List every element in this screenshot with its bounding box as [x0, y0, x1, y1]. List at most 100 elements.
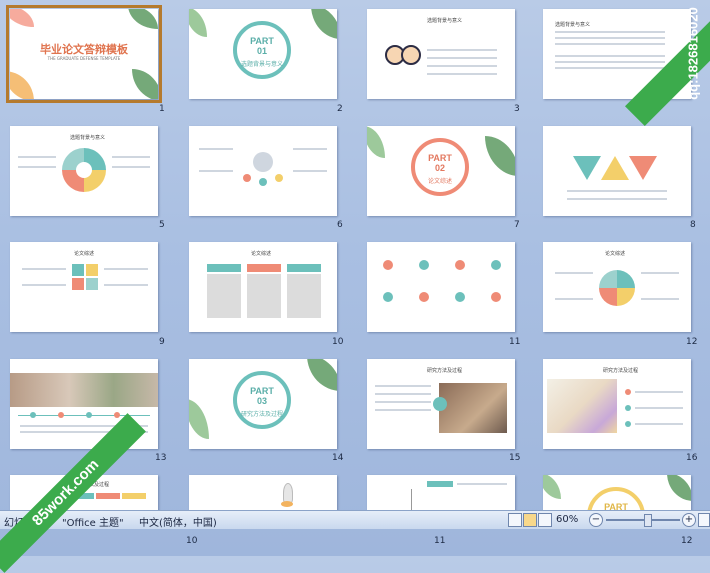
- icon-circle: [419, 292, 429, 302]
- icon-circle: [419, 260, 429, 270]
- slide-thumbnail-8[interactable]: [543, 126, 691, 216]
- zoom-level[interactable]: 60%: [556, 514, 578, 525]
- column-header: [96, 493, 120, 499]
- leaf-decoration: [311, 9, 337, 39]
- bullet-icon: [625, 405, 631, 411]
- rocket-flame: [281, 501, 293, 507]
- column-body: [247, 274, 281, 318]
- zoom-in-button[interactable]: +: [682, 513, 696, 527]
- person-icon: [259, 178, 267, 186]
- column-header: [122, 493, 146, 499]
- scissors-icon: [433, 397, 447, 411]
- slide-title: 论文综述: [605, 251, 626, 257]
- slide-number: 2: [337, 104, 343, 114]
- slide-thumbnail-18[interactable]: [189, 475, 337, 512]
- photo-stationery: [547, 379, 617, 433]
- status-language[interactable]: 中文(简体，中国): [139, 514, 217, 529]
- icon-circle: [455, 260, 465, 270]
- slide-thumbnail-5[interactable]: 选题背景与意义: [10, 126, 158, 216]
- slide-thumbnail-11[interactable]: [367, 242, 515, 332]
- bullet-icon: [625, 421, 631, 427]
- leaf-decoration: [132, 69, 158, 99]
- slide-number: 12: [681, 536, 693, 546]
- slide-number: 3: [514, 104, 520, 114]
- qq-watermark-text: qq:1826816020: [685, 7, 701, 100]
- people-network-diagram: [253, 152, 273, 172]
- rocket-icon: [283, 483, 293, 503]
- slide-number: 15: [509, 453, 521, 463]
- person-icon: [275, 174, 283, 182]
- icon-circle: [491, 292, 501, 302]
- quadrant-tile: [72, 264, 84, 276]
- column-body: [207, 274, 241, 318]
- slide-thumbnail-3[interactable]: 选题背景与意义: [367, 9, 515, 99]
- slide-title: 选题背景与意义: [70, 135, 106, 141]
- triangle-diagram: [629, 156, 657, 180]
- timeline-dot: [30, 412, 36, 418]
- part-label: PART: [250, 386, 274, 396]
- triangle-diagram: [601, 156, 629, 180]
- graduate-illustration: [401, 45, 421, 65]
- quadrant-tile: [72, 278, 84, 290]
- slide-title: 毕业论文答辩模板: [40, 43, 128, 56]
- fit-window-button[interactable]: [698, 513, 710, 527]
- slide-thumbnail-19[interactable]: [367, 475, 515, 512]
- zoom-out-button[interactable]: −: [589, 513, 603, 527]
- flower-decoration: [10, 9, 34, 27]
- slide-thumbnail-1[interactable]: 毕业论文答辩模板 THE GRADUATE DEFENSE TEMPLATE: [6, 5, 162, 103]
- slide-title: 研究方法及过程: [603, 368, 639, 374]
- zoom-slider-thumb[interactable]: [644, 514, 652, 527]
- slide-number: 11: [509, 337, 521, 347]
- part-label: PART: [250, 36, 274, 46]
- slide-sorter-view-button[interactable]: [523, 513, 537, 527]
- slide-thumbnail-10[interactable]: 论文综述: [189, 242, 337, 332]
- status-theme: "Office 主题": [62, 518, 124, 529]
- timeline-dot: [86, 412, 92, 418]
- slide-number: 13: [155, 453, 167, 463]
- slide-thumbnail-16[interactable]: 研究方法及过程: [543, 359, 691, 449]
- slide-thumbnail-2[interactable]: PART 01 选题背景与意义: [189, 9, 337, 99]
- slide-number: 11: [434, 536, 446, 546]
- part-number: 03: [256, 396, 267, 406]
- leaf-decoration: [485, 136, 515, 176]
- slide-thumbnail-20[interactable]: PART: [543, 475, 691, 512]
- slide-number: 5: [159, 220, 165, 230]
- part-title: 选题背景与意义: [240, 62, 283, 68]
- slide-thumbnail-14[interactable]: PART 03 研究方法及过程: [189, 359, 337, 449]
- slide-number: 1: [159, 104, 165, 114]
- hexagon-center: [76, 162, 92, 178]
- slideshow-view-button[interactable]: [538, 513, 552, 527]
- part-title: 论文综述: [427, 179, 452, 185]
- slide-thumbnail-6[interactable]: [189, 126, 337, 216]
- icon-circle: [455, 292, 465, 302]
- bullet-icon: [625, 389, 631, 395]
- status-bar: 幻灯片 "Office 主题" 中文(简体，中国) 60% − +: [0, 510, 710, 529]
- normal-view-button[interactable]: [508, 513, 522, 527]
- flower-decoration: [10, 71, 34, 99]
- slide-title: 论文综述: [251, 251, 272, 257]
- qq-watermark: qq:1826816020: [620, 0, 710, 127]
- zoom-slider[interactable]: [606, 519, 680, 521]
- slide-number: 8: [690, 220, 696, 230]
- slide-number: 16: [686, 453, 698, 463]
- part-label: PART: [428, 153, 452, 163]
- slide-number: 10: [186, 536, 198, 546]
- column-header: [247, 264, 281, 272]
- leaf-decoration: [367, 126, 385, 158]
- timeline-dot: [114, 412, 120, 418]
- slide-thumbnail-12[interactable]: 论文综述: [543, 242, 691, 332]
- leaf-decoration: [189, 9, 207, 37]
- slide-number: 14: [332, 453, 344, 463]
- slide-thumbnail-7[interactable]: PART 02 论文综述: [367, 126, 515, 216]
- slide-number: 12: [686, 337, 698, 347]
- slide-title: 研究方法及过程: [427, 368, 463, 374]
- leaf-decoration: [189, 399, 209, 439]
- quadrant-tile: [86, 278, 98, 290]
- quadrant-tile: [86, 264, 98, 276]
- leaf-decoration: [667, 475, 691, 501]
- part-number: 02: [434, 163, 445, 173]
- slide-thumbnail-9[interactable]: 论文综述: [10, 242, 158, 332]
- slide-thumbnail-15[interactable]: 研究方法及过程: [367, 359, 515, 449]
- chart-bar: [427, 481, 453, 487]
- column-body: [287, 274, 321, 318]
